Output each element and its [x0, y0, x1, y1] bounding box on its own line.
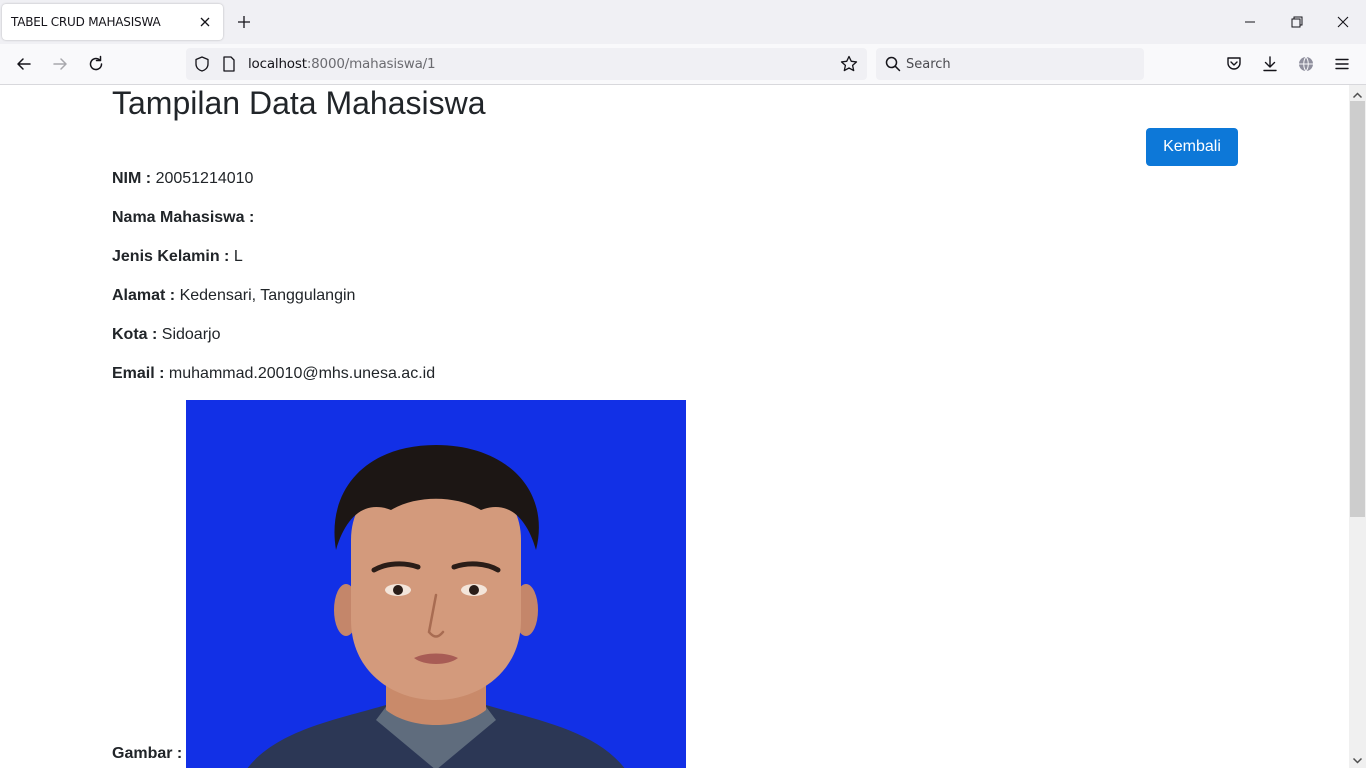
url-path: :8000/mahasiswa/1 — [306, 56, 436, 72]
forward-arrow-icon[interactable] — [50, 54, 70, 74]
field-kota: Kota : Sidoarjo — [112, 326, 220, 344]
url-text[interactable]: localhost:8000/mahasiswa/1 — [248, 56, 436, 72]
url-host: localhost — [248, 56, 307, 72]
new-tab-icon[interactable] — [234, 12, 254, 32]
field-alamat: Alamat : Kedensari, Tanggulangin — [112, 287, 355, 305]
field-value: Kedensari, Tanggulangin — [179, 287, 356, 304]
field-value: 20051214010 — [155, 170, 254, 187]
student-photo-portrait — [247, 445, 625, 768]
scroll-down-icon[interactable] — [1352, 753, 1363, 764]
tab-title: TABEL CRUD MAHASISWA — [11, 15, 161, 29]
field-value: L — [233, 248, 243, 265]
url-bar[interactable]: localhost:8000/mahasiswa/1 — [186, 48, 867, 80]
field-label: Jenis Kelamin : — [112, 248, 230, 265]
close-window-icon[interactable] — [1333, 12, 1353, 32]
navigation-bar: localhost:8000/mahasiswa/1 Search — [0, 44, 1366, 85]
field-label: Nama Mahasiswa : — [112, 209, 255, 226]
kembali-button[interactable]: Kembali — [1146, 128, 1238, 166]
browser-window: TABEL CRUD MAHASISWA localhost:8000/maha… — [0, 0, 1366, 768]
restore-icon[interactable] — [1287, 12, 1307, 32]
download-icon[interactable] — [1260, 54, 1280, 74]
field-label: Alamat : — [112, 287, 176, 304]
globe-icon[interactable] — [1296, 54, 1316, 74]
field-label: Kota : — [112, 326, 158, 343]
pocket-icon[interactable] — [1224, 54, 1244, 74]
page-content: Tampilan Data Mahasiswa Kembali NIM : 20… — [0, 85, 1349, 768]
field-nama: Nama Mahasiswa : — [112, 209, 254, 227]
page-icon[interactable] — [221, 55, 237, 73]
reload-icon[interactable] — [86, 54, 106, 74]
field-value: Sidoarjo — [161, 326, 221, 343]
page-title: Tampilan Data Mahasiswa — [112, 85, 486, 121]
tab-active[interactable]: TABEL CRUD MAHASISWA — [2, 4, 223, 40]
scroll-up-icon[interactable] — [1352, 88, 1363, 99]
minimize-icon[interactable] — [1240, 12, 1260, 32]
field-label: Gambar : — [112, 745, 183, 762]
back-arrow-icon[interactable] — [14, 54, 34, 74]
bookmark-star-icon[interactable] — [839, 54, 859, 74]
field-value: muhammad.20010@mhs.unesa.ac.id — [168, 365, 436, 382]
shield-icon[interactable] — [193, 55, 211, 73]
search-icon — [884, 55, 902, 73]
scroll-thumb[interactable] — [1350, 101, 1365, 517]
tab-strip: TABEL CRUD MAHASISWA — [0, 0, 1366, 44]
field-label: NIM : — [112, 170, 152, 187]
field-jenis-kelamin: Jenis Kelamin : L — [112, 248, 243, 266]
scrollbar[interactable] — [1349, 85, 1366, 768]
menu-icon[interactable] — [1332, 54, 1352, 74]
search-placeholder: Search — [906, 57, 951, 72]
student-photo — [186, 400, 686, 768]
search-input[interactable]: Search — [876, 48, 1144, 80]
field-nim: NIM : 20051214010 — [112, 170, 253, 188]
field-label: Email : — [112, 365, 165, 382]
field-gambar: Gambar : — [112, 745, 182, 763]
field-email: Email : muhammad.20010@mhs.unesa.ac.id — [112, 365, 435, 383]
tab-close-icon[interactable] — [195, 12, 215, 32]
